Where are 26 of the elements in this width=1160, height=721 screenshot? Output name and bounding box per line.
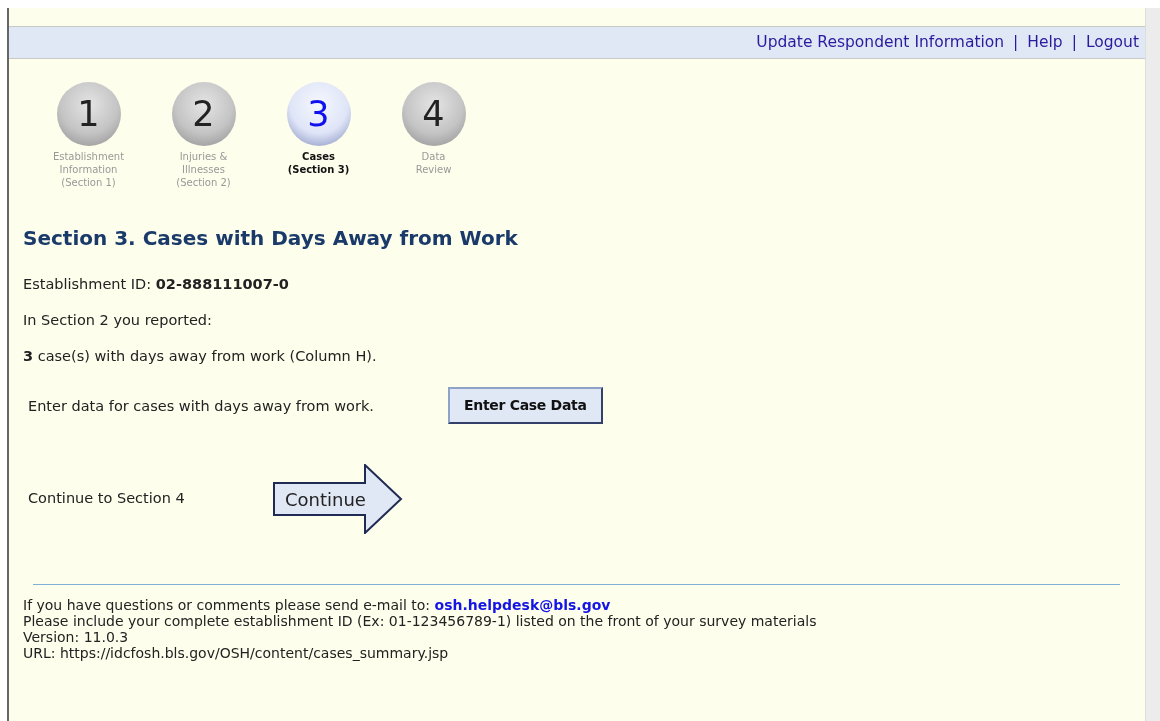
footer-text: URL: https://idcfosh.bls.gov/OSH/content/cases_summary.jsp bbox=[23, 645, 450, 662]
establishment-id-text: Establishment ID: 02-888111007-0 bbox=[23, 275, 290, 294]
nav-link[interactable]: Logout bbox=[1085, 30, 1139, 55]
step-circle[interactable]: 4 bbox=[401, 82, 466, 146]
footer-text: Version: 11.0.3 bbox=[23, 629, 130, 646]
enter-case-data-button[interactable]: Enter Case Data bbox=[448, 387, 603, 425]
enter-data-prompt: Enter data for cases with days away from work. bbox=[28, 397, 375, 414]
step-label: Injuries & Illnesses (Section 2) bbox=[176, 150, 231, 189]
email-link[interactable]: osh.helpdesk@bls.gov bbox=[434, 597, 611, 614]
link-separator: | bbox=[1071, 31, 1077, 53]
contact-text: If you have questions or comments please send e-mail to: osh.helpdesk@bls.gov bbox=[23, 597, 612, 614]
footer-text: Please include your complete establishment ID (Ex: 01-123456789-1) listed on the front of your survey materials bbox=[23, 613, 818, 630]
section-heading: Section 3. Cases with Days Away from Work bbox=[23, 226, 519, 250]
step-label: Cases (Section 3) bbox=[287, 150, 350, 176]
step-label: Data Review bbox=[415, 150, 452, 176]
continue-arrow-button[interactable]: Continue bbox=[273, 464, 403, 535]
link-separator: | bbox=[1013, 31, 1019, 53]
intro-text: In Section 2 you reported: bbox=[23, 310, 213, 330]
step-circle[interactable]: 1 bbox=[56, 82, 121, 146]
continue-prompt: Continue to Section 4 bbox=[28, 489, 186, 509]
nav-link[interactable]: Update Respondent Information bbox=[756, 30, 1005, 55]
step-label: Establishment Information (Section 1) bbox=[52, 150, 125, 189]
nav-link[interactable]: Help bbox=[1027, 30, 1063, 55]
step-circle[interactable]: 3 bbox=[286, 82, 351, 146]
step-circle[interactable]: 2 bbox=[171, 82, 236, 146]
case-summary-text: 3 case(s) with days away from work (Column H). bbox=[23, 346, 378, 366]
